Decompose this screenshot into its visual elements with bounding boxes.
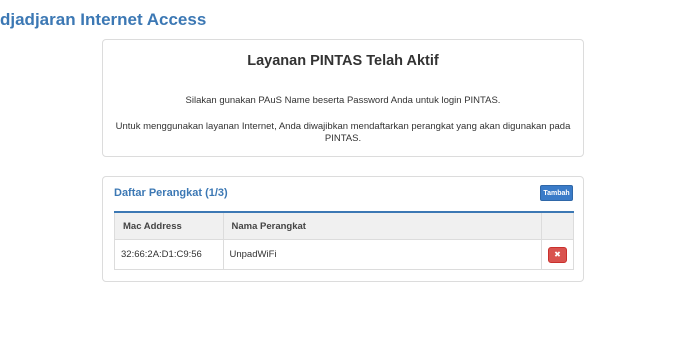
column-header-device-name: Nama Perangkat xyxy=(223,211,542,240)
close-icon: ✖ xyxy=(554,250,561,259)
device-name-cell: UnpadWiFi xyxy=(223,239,542,270)
mac-address-cell: 32:66:2A:D1:C9:56 xyxy=(114,239,224,270)
table-row: 32:66:2A:D1:C9:56 UnpadWiFi ✖ xyxy=(114,239,574,270)
info-panel: Layanan PINTAS Telah Aktif Silakan gunak… xyxy=(102,39,584,157)
device-table: Mac Address Nama Perangkat 32:66:2A:D1:C… xyxy=(114,211,574,270)
info-title: Layanan PINTAS Telah Aktif xyxy=(247,53,439,69)
delete-device-button[interactable]: ✖ xyxy=(548,246,567,263)
device-list-title: Daftar Perangkat (1/3) xyxy=(114,187,228,199)
device-list-panel: Daftar Perangkat (1/3) Tambah Mac Addres… xyxy=(102,176,584,282)
column-header-mac: Mac Address xyxy=(114,211,224,240)
column-header-action xyxy=(541,211,574,240)
app-title: djadjaran Internet Access xyxy=(0,10,207,29)
table-header-row: Mac Address Nama Perangkat xyxy=(114,211,574,240)
action-cell: ✖ xyxy=(541,239,574,270)
login-instruction: Silakan gunakan PAuS Name beserta Passwo… xyxy=(185,95,501,106)
register-instruction: Untuk menggunakan layanan Internet, Anda… xyxy=(115,121,571,144)
add-device-button[interactable]: Tambah xyxy=(540,185,573,201)
